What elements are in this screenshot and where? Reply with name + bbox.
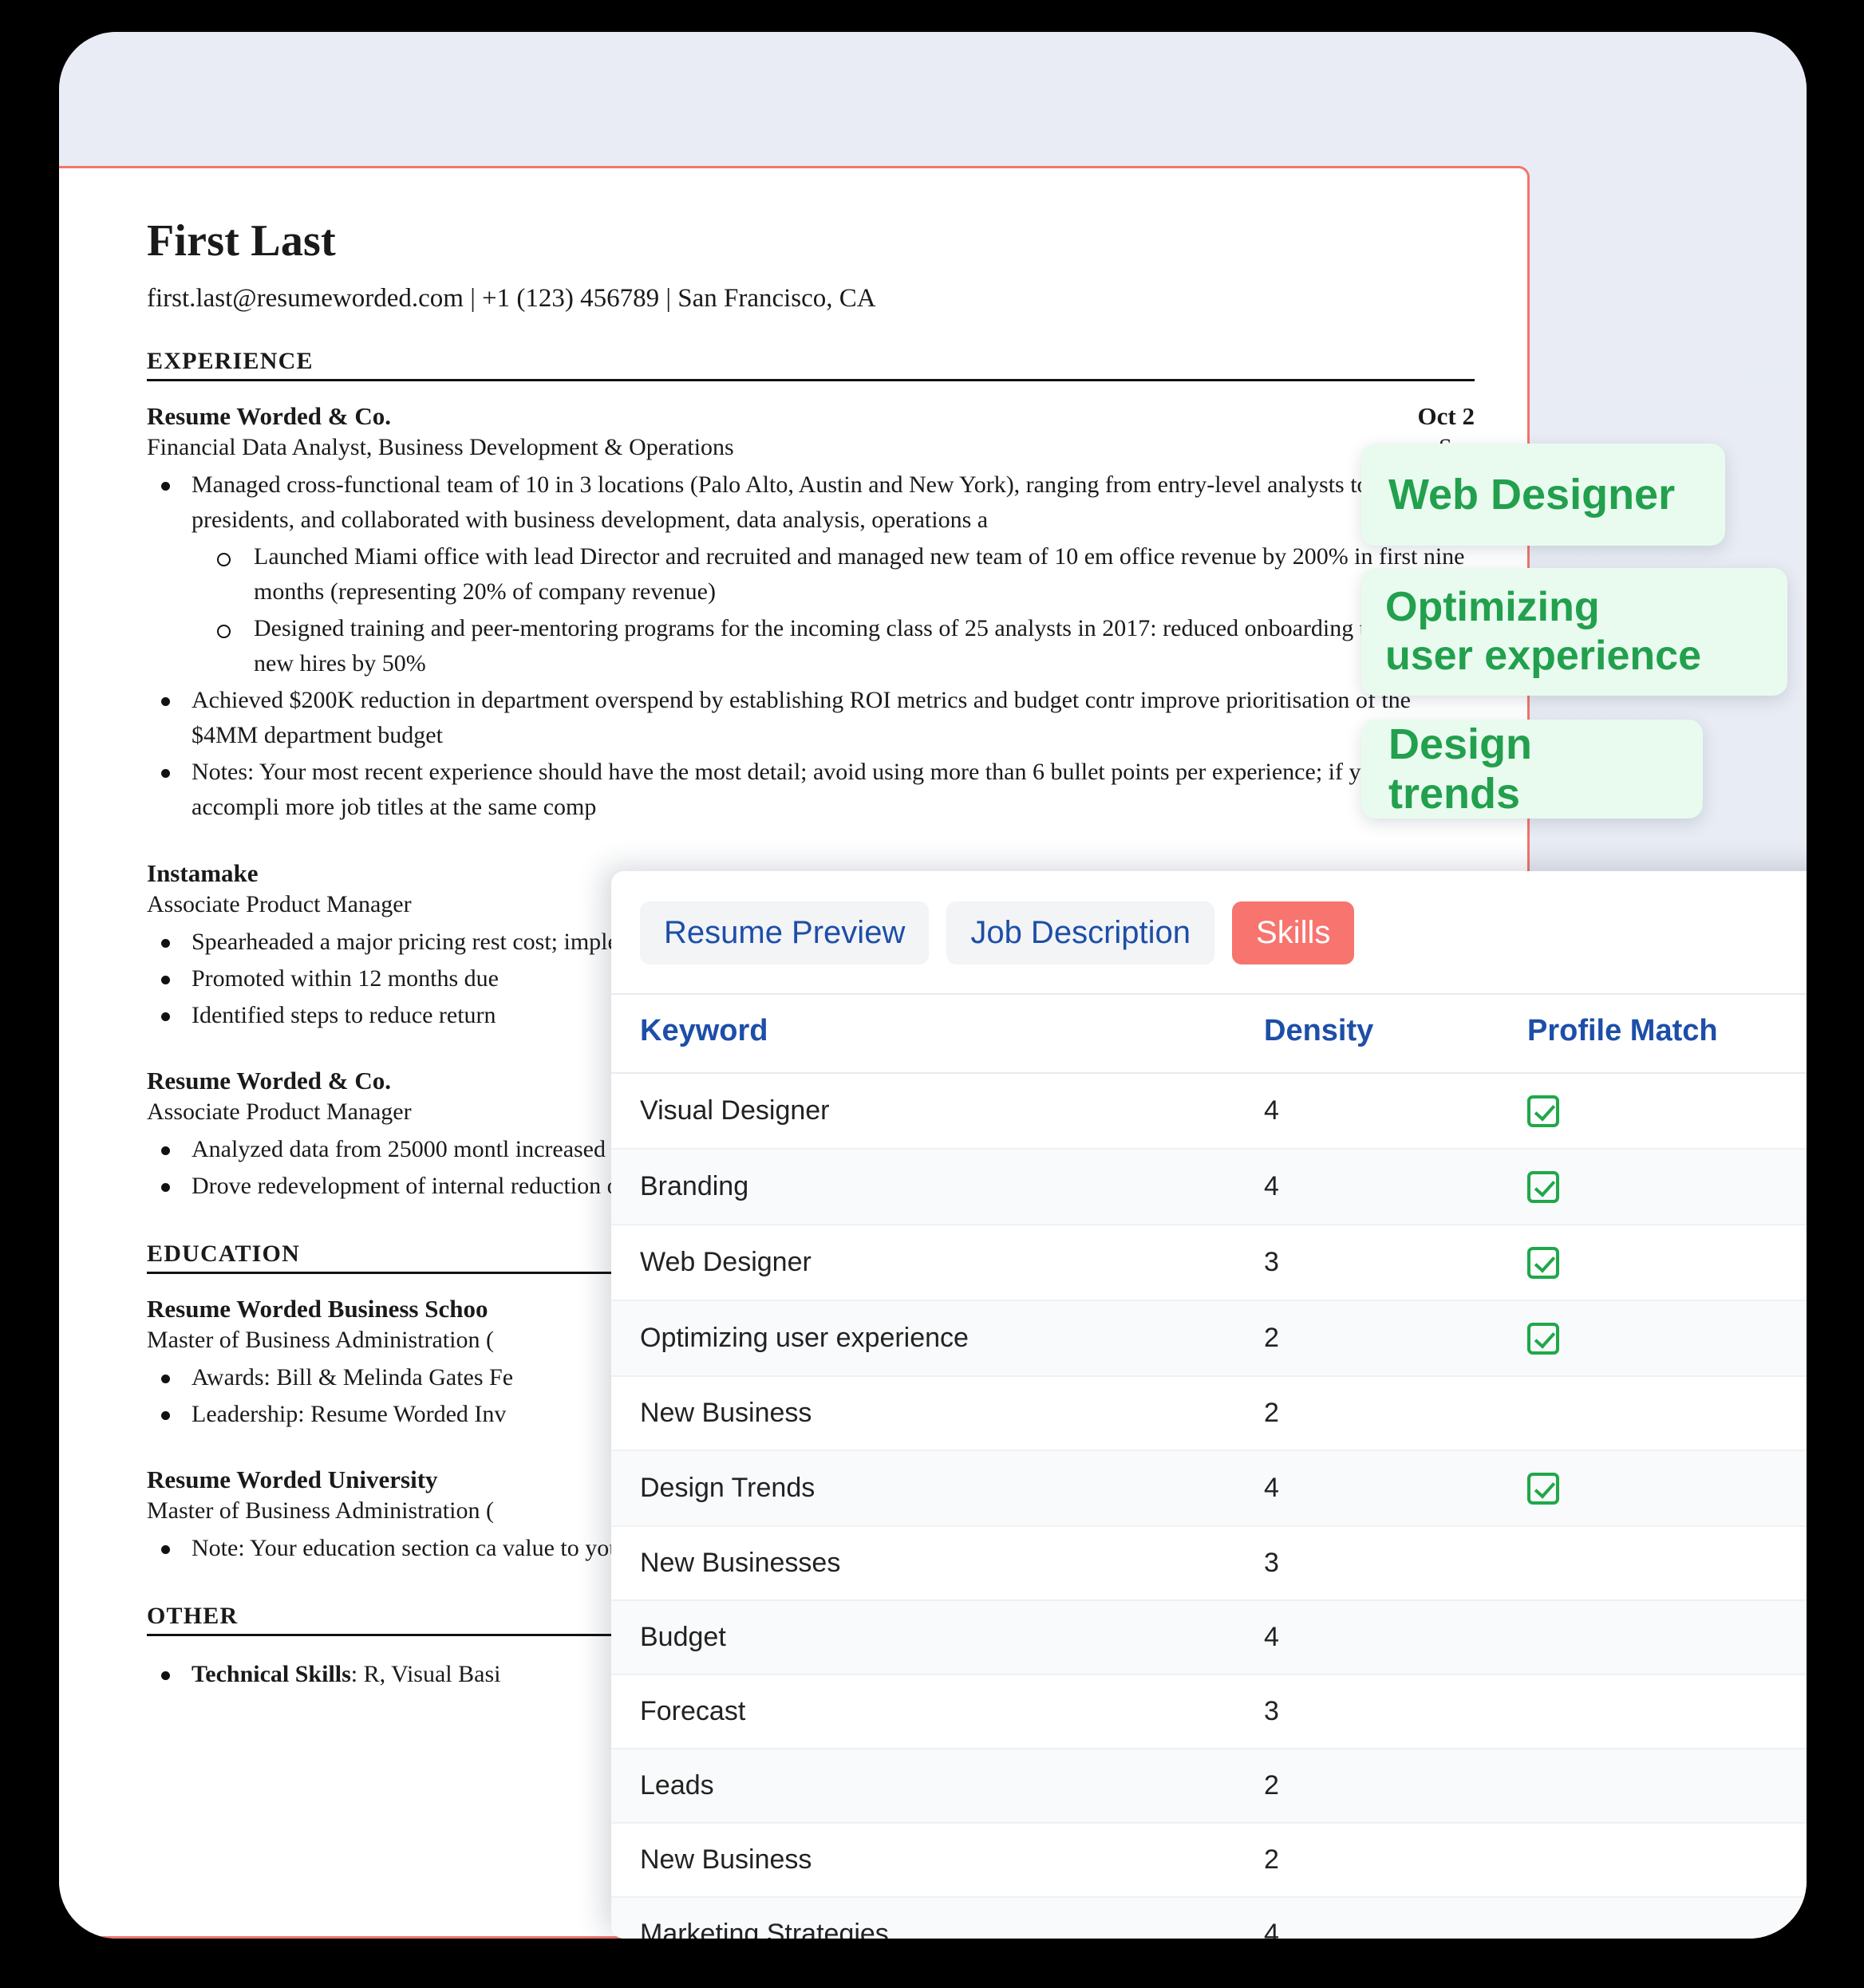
cell-density: 4 bbox=[1264, 1600, 1527, 1676]
table-row[interactable]: Visual Designer 4 bbox=[611, 1073, 1807, 1150]
cell-density: 2 bbox=[1264, 1376, 1527, 1452]
table-row[interactable]: New Business 2 bbox=[611, 1376, 1807, 1452]
school-degree: Master of Business Administration ( bbox=[147, 1497, 494, 1525]
cell-density: 3 bbox=[1264, 1526, 1527, 1602]
table-row[interactable]: Branding 4 bbox=[611, 1149, 1807, 1226]
cell-profile-match bbox=[1527, 1526, 1807, 1602]
school-name: Resume Worded Business Schoo bbox=[147, 1295, 488, 1323]
tab-skills[interactable]: Skills bbox=[1232, 901, 1355, 964]
table-row[interactable]: Forecast 3 bbox=[611, 1674, 1807, 1750]
keyword-table: Keyword Density Profile Match Visual Des… bbox=[611, 993, 1807, 1939]
resume-name: First Last bbox=[147, 216, 336, 266]
table-row[interactable]: Design Trends 4 bbox=[611, 1450, 1807, 1528]
device-screen: First Last first.last@resumeworded.com |… bbox=[59, 32, 1807, 1939]
keyword-table-body: Visual Designer 4 Branding 4 Web Designer 3 Op… bbox=[611, 1073, 1807, 1939]
cell-profile-match bbox=[1527, 1225, 1807, 1302]
list-item: Launched Miami office with lead Director… bbox=[209, 539, 1475, 609]
job-date: Oct 2 bbox=[1417, 401, 1475, 430]
school-degree: Master of Business Administration ( bbox=[147, 1327, 494, 1354]
other-skill-rest: : R, Visual Basi bbox=[350, 1661, 501, 1688]
cell-profile-match bbox=[1527, 1300, 1807, 1378]
table-row[interactable]: New Businesses 3 bbox=[611, 1526, 1807, 1602]
column-header-density[interactable]: Density bbox=[1264, 993, 1527, 1074]
keyword-chip-label: Optimizing user experience bbox=[1385, 583, 1702, 679]
cell-keyword: Marketing Strategies bbox=[611, 1897, 1264, 1939]
cell-profile-match bbox=[1527, 1823, 1807, 1899]
job-header: Resume Worded & Co. Oct 2 bbox=[147, 402, 1475, 431]
checkbox-checked-icon bbox=[1527, 1323, 1559, 1355]
list-item: Managed cross-functional team of 10 in 3… bbox=[155, 467, 1475, 538]
keyword-table-head: Keyword Density Profile Match bbox=[611, 993, 1807, 1074]
device-frame: First Last first.last@resumeworded.com |… bbox=[59, 32, 1807, 1939]
table-row[interactable]: New Business 2 bbox=[611, 1823, 1807, 1899]
job-company: Instamake bbox=[147, 858, 259, 887]
checkbox-checked-icon bbox=[1527, 1171, 1559, 1204]
cell-keyword: Budget bbox=[611, 1600, 1264, 1676]
cell-density: 3 bbox=[1264, 1225, 1527, 1302]
table-row[interactable]: Budget 4 bbox=[611, 1600, 1807, 1676]
cell-keyword: New Businesses bbox=[611, 1526, 1264, 1602]
job-company: Resume Worded & Co. bbox=[147, 1066, 391, 1095]
cell-keyword: Design Trends bbox=[611, 1450, 1264, 1528]
cell-density: 4 bbox=[1264, 1897, 1527, 1939]
list-item: Achieved $200K reduction in department o… bbox=[155, 683, 1475, 753]
cell-keyword: New Business bbox=[611, 1376, 1264, 1452]
column-header-keyword[interactable]: Keyword bbox=[611, 993, 1264, 1074]
cell-keyword: Leads bbox=[611, 1749, 1264, 1824]
keyword-chip-design-trends[interactable]: Design trends bbox=[1361, 720, 1703, 818]
resume-contact-line: first.last@resumeworded.com | +1 (123) 4… bbox=[147, 284, 876, 314]
cell-density: 2 bbox=[1264, 1823, 1527, 1899]
other-skill-label: Technical Skills bbox=[192, 1661, 351, 1688]
skills-panel: Resume Preview Job Description Skills Ke… bbox=[611, 871, 1807, 1939]
cell-profile-match bbox=[1527, 1600, 1807, 1676]
job-subheader: Financial Data Analyst, Business Develop… bbox=[147, 434, 1475, 461]
list-item: Notes: Your most recent experience shoul… bbox=[155, 755, 1475, 825]
cell-density: 4 bbox=[1264, 1450, 1527, 1528]
cell-profile-match bbox=[1527, 1149, 1807, 1226]
tab-resume-preview[interactable]: Resume Preview bbox=[640, 901, 930, 964]
column-header-profile-match[interactable]: Profile Match bbox=[1527, 993, 1807, 1074]
cell-density: 3 bbox=[1264, 1674, 1527, 1750]
cell-density: 4 bbox=[1264, 1073, 1527, 1150]
screen-root: First Last first.last@resumeworded.com |… bbox=[0, 0, 1864, 1988]
cell-density: 2 bbox=[1264, 1300, 1527, 1378]
table-row[interactable]: Marketing Strategies 4 bbox=[611, 1897, 1807, 1939]
checkbox-checked-icon bbox=[1527, 1095, 1559, 1128]
job-bullet-list-cont: Achieved $200K reduction in department o… bbox=[155, 683, 1475, 825]
table-row[interactable]: Optimizing user experience 2 bbox=[611, 1300, 1807, 1378]
cell-keyword: Web Designer bbox=[611, 1225, 1264, 1302]
checkbox-checked-icon bbox=[1527, 1473, 1559, 1505]
cell-keyword: Forecast bbox=[611, 1674, 1264, 1750]
cell-density: 4 bbox=[1264, 1149, 1527, 1226]
panel-tab-bar: Resume Preview Job Description Skills bbox=[611, 871, 1807, 993]
cell-profile-match bbox=[1527, 1450, 1807, 1528]
keyword-chip-optimizing-user-experience[interactable]: Optimizing user experience bbox=[1361, 568, 1787, 696]
cell-profile-match bbox=[1527, 1073, 1807, 1150]
cell-profile-match bbox=[1527, 1376, 1807, 1452]
checkbox-checked-icon bbox=[1527, 1247, 1559, 1280]
cell-keyword: New Business bbox=[611, 1823, 1264, 1899]
job-company: Resume Worded & Co. bbox=[147, 401, 391, 430]
job-bullet-list: Managed cross-functional team of 10 in 3… bbox=[155, 467, 1475, 538]
job-title: Associate Product Manager bbox=[147, 1098, 412, 1125]
section-heading-experience: EXPERIENCE bbox=[147, 348, 1475, 381]
table-row[interactable]: Web Designer 3 bbox=[611, 1225, 1807, 1302]
job-title: Financial Data Analyst, Business Develop… bbox=[147, 433, 734, 460]
cell-density: 2 bbox=[1264, 1749, 1527, 1824]
cell-profile-match bbox=[1527, 1674, 1807, 1750]
table-header-row: Keyword Density Profile Match bbox=[611, 993, 1807, 1074]
list-item: Designed training and peer-mentoring pro… bbox=[209, 611, 1475, 681]
cell-keyword: Optimizing user experience bbox=[611, 1300, 1264, 1378]
cell-keyword: Visual Designer bbox=[611, 1073, 1264, 1150]
keyword-chip-web-designer[interactable]: Web Designer bbox=[1361, 444, 1725, 546]
job-subbullet-list: Launched Miami office with lead Director… bbox=[209, 539, 1475, 681]
cell-profile-match bbox=[1527, 1749, 1807, 1824]
job-title: Associate Product Manager bbox=[147, 890, 412, 917]
table-row[interactable]: Leads 2 bbox=[611, 1749, 1807, 1824]
cell-keyword: Branding bbox=[611, 1149, 1264, 1226]
tab-job-description[interactable]: Job Description bbox=[946, 901, 1215, 964]
cell-profile-match bbox=[1527, 1897, 1807, 1939]
school-name: Resume Worded University bbox=[147, 1465, 438, 1494]
